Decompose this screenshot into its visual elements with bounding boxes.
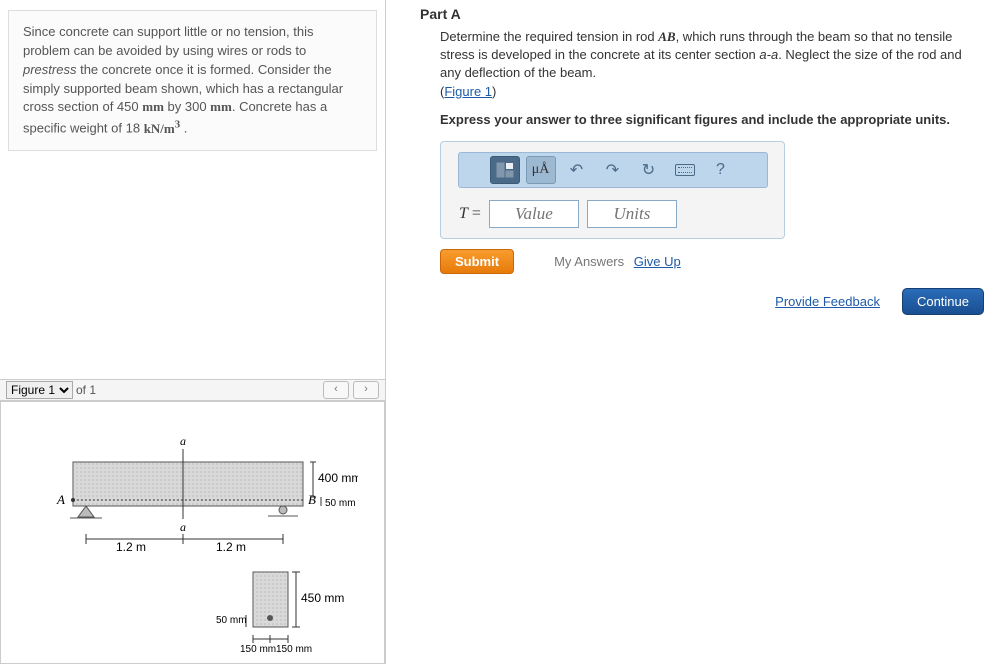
svg-text:1.2 m: 1.2 m <box>216 540 246 554</box>
provide-feedback-link[interactable]: Provide Feedback <box>775 294 880 309</box>
figure-header: Figure 1 of 1 ‹ › <box>0 379 385 401</box>
figure-next-button[interactable]: › <box>353 381 379 399</box>
express-instruction: Express your answer to three significant… <box>440 111 985 129</box>
question-text: Determine the required tension in rod AB… <box>440 28 985 129</box>
figure-selector[interactable]: Figure 1 <box>6 381 73 399</box>
svg-text:150 mm: 150 mm <box>276 644 312 655</box>
give-up-link[interactable]: Give Up <box>634 254 681 269</box>
value-input[interactable] <box>489 200 579 228</box>
svg-text:50 mm: 50 mm <box>216 615 247 626</box>
variable-label: T = <box>459 205 481 223</box>
symbols-button[interactable]: μÅ <box>526 156 556 184</box>
figure-panel: A B a a 400 mm 50 mm 1.2 m 1.2 m <box>0 401 385 664</box>
units-input[interactable] <box>587 200 677 228</box>
input-toolbar: μÅ ↶ ↷ ↻ ? <box>458 152 768 188</box>
svg-text:a: a <box>180 434 186 448</box>
figure-count: of 1 <box>76 383 96 397</box>
panel-divider <box>385 0 386 664</box>
figure-link[interactable]: Figure 1 <box>444 84 492 99</box>
problem-text: Since concrete can support little or no … <box>23 24 314 58</box>
keyboard-icon <box>675 164 695 176</box>
svg-text:400 mm: 400 mm <box>318 471 358 485</box>
undo-button[interactable]: ↶ <box>562 156 592 184</box>
prestress-word: prestress <box>23 62 76 77</box>
answer-box: μÅ ↶ ↷ ↻ ? T = <box>440 141 785 239</box>
reset-button[interactable]: ↻ <box>634 156 664 184</box>
figure-diagram: A B a a 400 mm 50 mm 1.2 m 1.2 m <box>28 427 358 657</box>
part-a-label: Part A <box>420 6 996 22</box>
redo-button[interactable]: ↷ <box>598 156 628 184</box>
svg-text:1.2 m: 1.2 m <box>116 540 146 554</box>
continue-button[interactable]: Continue <box>902 288 984 315</box>
svg-text:a: a <box>180 520 186 534</box>
svg-text:150 mm: 150 mm <box>240 644 276 655</box>
help-button[interactable]: ? <box>706 156 736 184</box>
problem-statement: Since concrete can support little or no … <box>8 10 377 151</box>
svg-text:450 mm: 450 mm <box>301 591 344 605</box>
template-button[interactable] <box>490 156 520 184</box>
svg-text:50 mm: 50 mm <box>325 498 356 509</box>
svg-text:B: B <box>308 492 316 507</box>
figure-prev-button[interactable]: ‹ <box>323 381 349 399</box>
svg-text:A: A <box>56 492 65 507</box>
keyboard-button[interactable] <box>670 156 700 184</box>
submit-button[interactable]: Submit <box>440 249 514 274</box>
my-answers-link[interactable]: My Answers <box>554 254 624 269</box>
